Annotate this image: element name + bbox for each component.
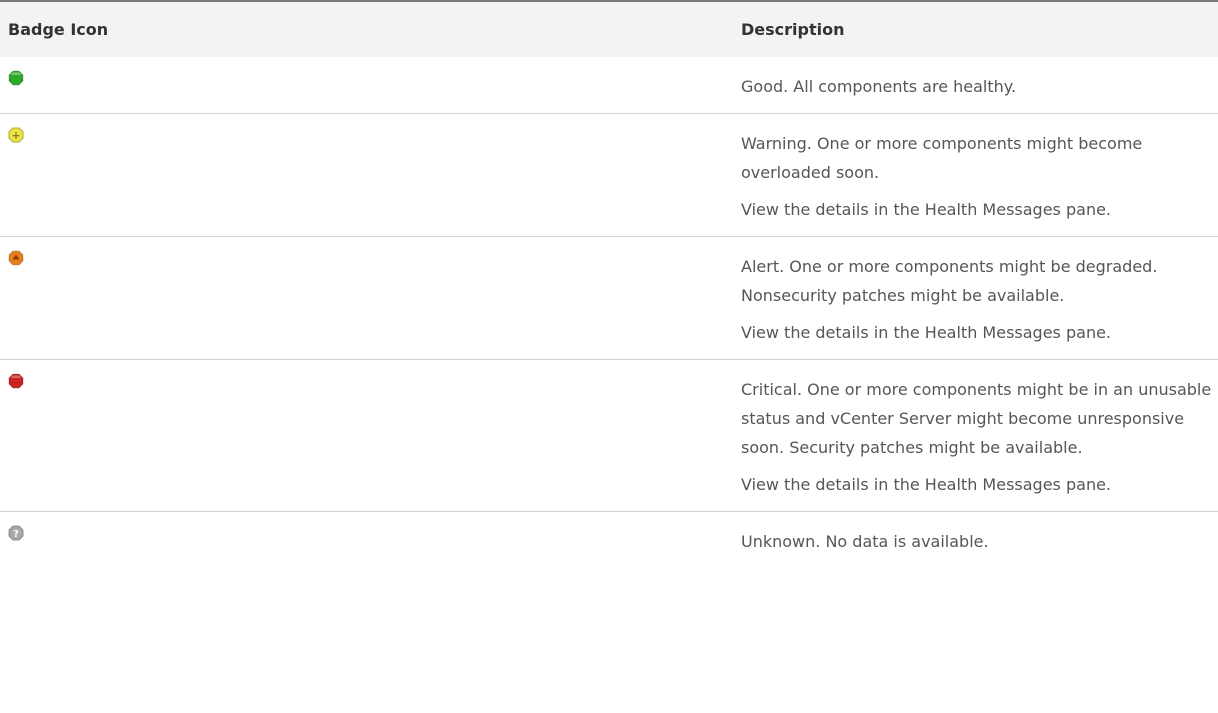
table-row: Good. All components are healthy. [0, 57, 1218, 114]
yellow-warning-badge-icon: + [8, 127, 24, 143]
gray-unknown-badge-icon: ? [8, 525, 24, 541]
description-text: Warning. One or more components might be… [741, 134, 1143, 182]
table-row: Critical. One or more components might b… [0, 360, 1218, 512]
badge-icon-table: Badge Icon Description Good. All compone… [0, 0, 1218, 568]
orange-alert-badge-icon [8, 250, 24, 266]
header-description: Description [741, 20, 845, 39]
table-header-row: Badge Icon Description [0, 2, 1218, 57]
description-text: Critical. One or more components might b… [741, 380, 1212, 457]
description-text: View the details in the Health Messages … [741, 200, 1112, 219]
description-text: View the details in the Health Messages … [741, 323, 1112, 342]
table-row: + Warning. One or more components might … [0, 114, 1218, 237]
green-health-badge-icon [8, 70, 24, 86]
table-row: ? Unknown. No data is available. [0, 512, 1218, 568]
description-text: Alert. One or more components might be d… [741, 257, 1158, 305]
header-badge-icon: Badge Icon [8, 20, 109, 39]
svg-text:+: + [11, 129, 20, 142]
table-row: Alert. One or more components might be d… [0, 237, 1218, 360]
svg-text:?: ? [13, 529, 19, 540]
red-critical-badge-icon [8, 373, 24, 389]
description-text: Good. All components are healthy. [741, 77, 1017, 96]
description-text: Unknown. No data is available. [741, 532, 989, 551]
description-text: View the details in the Health Messages … [741, 475, 1112, 494]
